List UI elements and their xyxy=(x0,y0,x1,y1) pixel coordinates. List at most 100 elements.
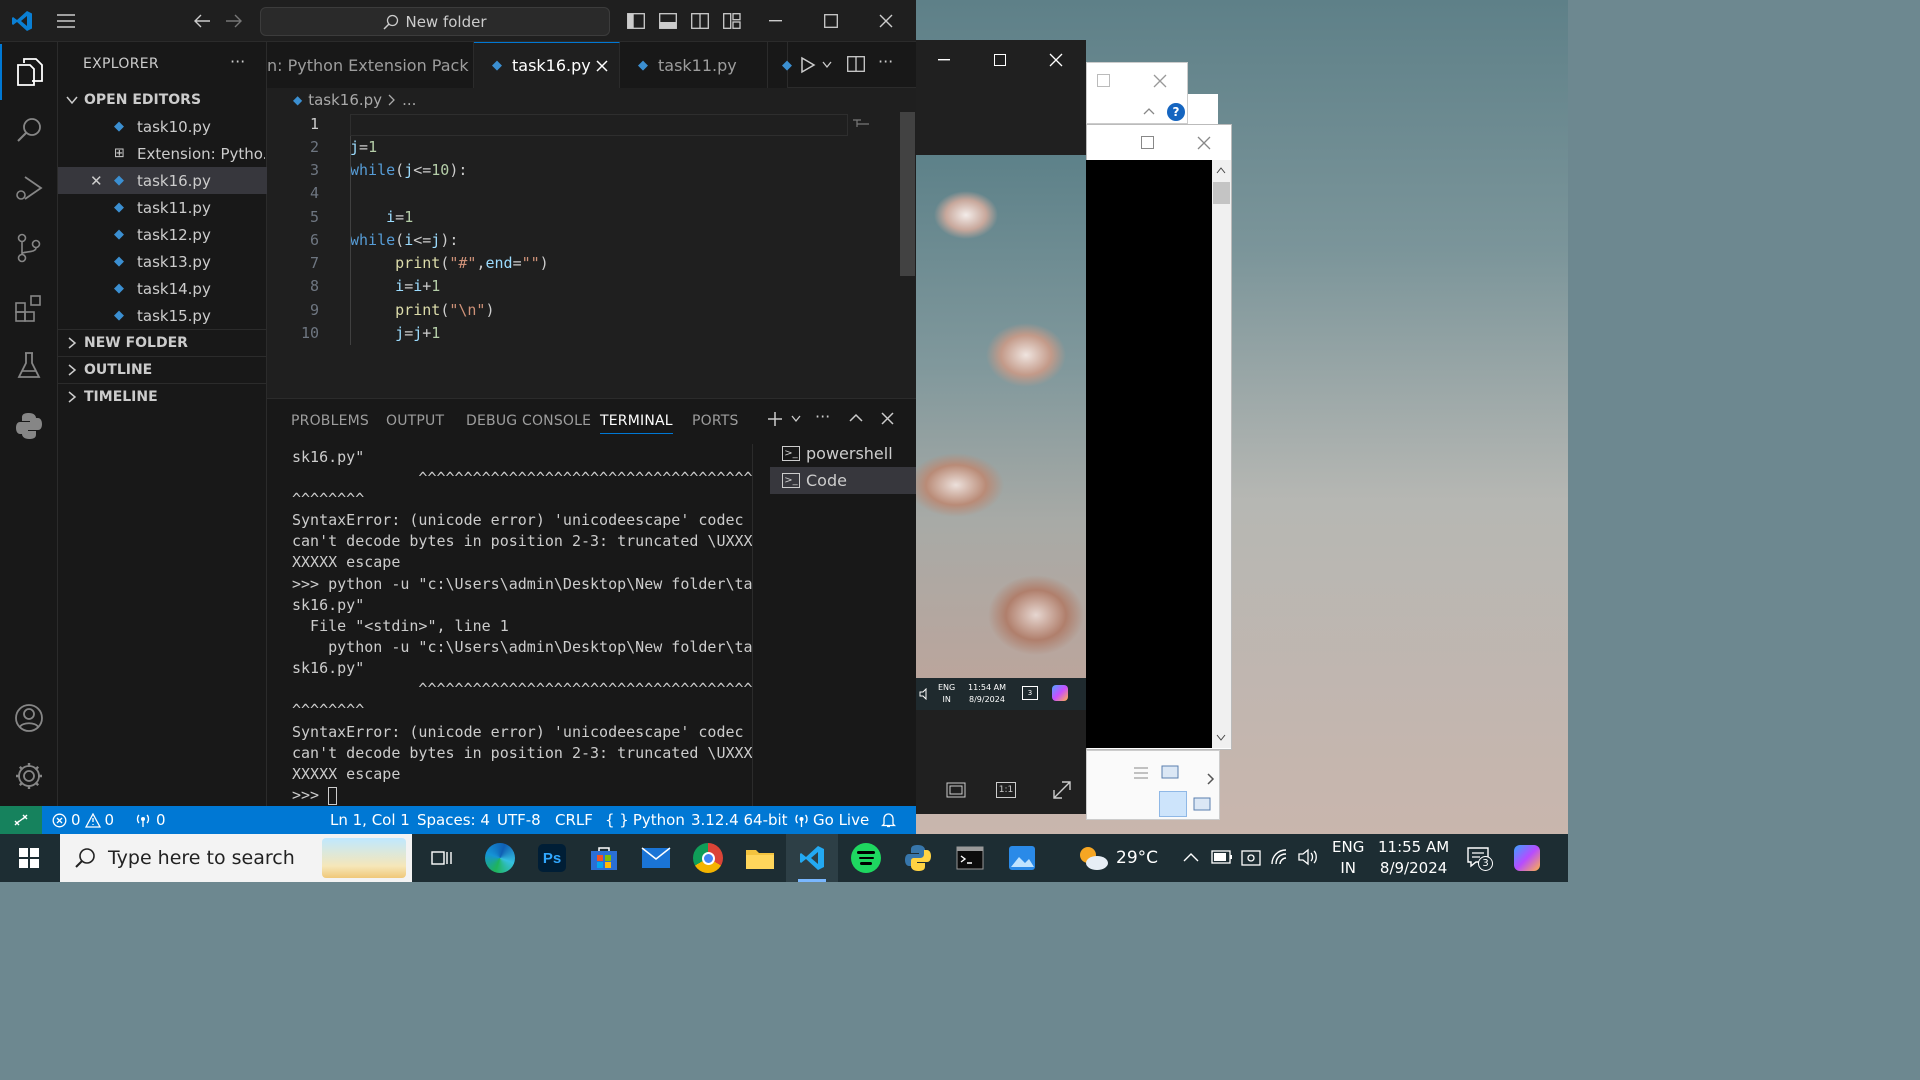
minimize-icon[interactable] xyxy=(769,20,782,22)
code-editor[interactable]: 1 2 3 4 5 6 7 8 9 10 j=1 while(j<=10): i… xyxy=(267,112,897,398)
section-new-folder[interactable]: NEW FOLDER xyxy=(58,329,267,356)
open-editor-item[interactable]: ◆ task13.py xyxy=(58,248,267,275)
terminal-output[interactable]: sk16.py" ^^^^^^^^^^^^^^^^^^^^^^^^^^^^^^^… xyxy=(292,447,762,807)
list-view-icon[interactable] xyxy=(1133,765,1149,781)
command-center-search[interactable]: New folder xyxy=(260,7,610,36)
new-terminal-icon[interactable] xyxy=(767,411,783,427)
toggle-sidebar-icon[interactable] xyxy=(627,13,645,29)
section-outline[interactable]: OUTLINE xyxy=(58,356,267,383)
more-actions-icon[interactable]: ··· xyxy=(878,52,893,71)
background-dialog[interactable]: ? xyxy=(1086,62,1188,124)
screen-capture-icon[interactable] xyxy=(1241,848,1261,866)
close-icon[interactable] xyxy=(1028,40,1084,80)
open-editor-item[interactable]: ◆ task10.py xyxy=(58,113,267,140)
battery-icon[interactable] xyxy=(1211,850,1233,864)
back-arrow-icon[interactable] xyxy=(193,13,211,29)
wifi-icon[interactable] xyxy=(1270,848,1292,866)
close-icon[interactable] xyxy=(879,14,893,28)
clock[interactable]: 11:55 AM 8/9/2024 xyxy=(1378,834,1449,882)
maximize-icon[interactable] xyxy=(824,14,838,28)
close-icon[interactable] xyxy=(1153,74,1167,88)
close-icon[interactable] xyxy=(596,59,608,72)
toggle-secondary-sidebar-icon[interactable] xyxy=(691,13,709,29)
tab-task11[interactable]: ◆ task11.py xyxy=(620,42,768,88)
section-timeline[interactable]: TIMELINE xyxy=(58,383,267,410)
forward-arrow-icon[interactable] xyxy=(225,13,243,29)
photos-icon[interactable] xyxy=(996,834,1048,882)
chrome-icon[interactable] xyxy=(682,834,734,882)
file-explorer-icon[interactable] xyxy=(734,834,786,882)
testing-icon[interactable] xyxy=(0,338,58,394)
background-window[interactable] xyxy=(916,40,1086,156)
tab-ports[interactable]: PORTS xyxy=(692,413,739,429)
preview-icon[interactable] xyxy=(1161,765,1179,779)
open-editor-item[interactable]: ◆ task12.py xyxy=(58,221,267,248)
mail-icon[interactable] xyxy=(630,834,682,882)
source-control-icon[interactable] xyxy=(0,220,58,276)
tab-problems[interactable]: PROBLEMS xyxy=(291,413,369,429)
open-editor-item[interactable]: ◆ task11.py xyxy=(58,194,267,221)
go-live-button[interactable]: Go Live xyxy=(794,806,869,834)
extensions-icon[interactable] xyxy=(0,280,58,336)
chevron-down-icon[interactable] xyxy=(791,415,801,423)
notification-center-icon[interactable]: 3 xyxy=(1466,846,1493,871)
actual-size-icon[interactable]: 1:1 xyxy=(996,782,1016,798)
settings-gear-icon[interactable] xyxy=(0,748,58,804)
edge-icon[interactable] xyxy=(474,834,526,882)
chevron-down-icon[interactable] xyxy=(822,61,832,69)
open-editor-item-active[interactable]: ✕ ◆ task16.py xyxy=(58,167,267,194)
code-action-icon[interactable] xyxy=(852,117,870,129)
terminal-list-item[interactable]: >_ powershell xyxy=(770,440,916,467)
python-interpreter[interactable]: 3.12.4 64-bit xyxy=(691,806,788,834)
minimize-icon[interactable] xyxy=(916,40,972,80)
customize-layout-icon[interactable] xyxy=(723,13,741,29)
chevron-right-icon[interactable] xyxy=(1207,773,1215,785)
close-panel-icon[interactable] xyxy=(881,412,894,425)
tab-output[interactable]: OUTPUT xyxy=(386,413,444,429)
fit-screen-icon[interactable] xyxy=(946,782,966,798)
tab-terminal[interactable]: TERMINAL xyxy=(600,413,673,434)
python-idle-icon[interactable] xyxy=(892,834,944,882)
help-icon[interactable]: ? xyxy=(1167,103,1185,121)
maximize-icon[interactable] xyxy=(1141,136,1155,150)
notifications-bell-icon[interactable] xyxy=(881,806,896,834)
close-editor-icon[interactable]: ✕ xyxy=(90,172,103,190)
explorer-icon[interactable] xyxy=(0,44,58,100)
open-editor-item[interactable]: ⊞ Extension: Pytho... xyxy=(58,140,267,167)
encoding[interactable]: UTF-8 xyxy=(497,806,541,834)
show-hidden-icons-chevron[interactable] xyxy=(1183,852,1199,862)
maximize-panel-icon[interactable] xyxy=(849,413,863,423)
preview-icon[interactable] xyxy=(1193,797,1211,811)
run-debug-icon[interactable] xyxy=(0,160,58,216)
input-language[interactable]: ENG IN xyxy=(1332,834,1364,882)
scrollbar-thumb[interactable] xyxy=(1213,182,1230,204)
volume-icon[interactable] xyxy=(1298,848,1320,866)
search-icon[interactable] xyxy=(0,102,58,158)
run-python-icon[interactable] xyxy=(800,56,816,74)
weather-widget[interactable]: 29°C xyxy=(1076,834,1158,882)
split-editor-icon[interactable] xyxy=(847,56,865,72)
problems-status[interactable]: 0 0 xyxy=(52,806,114,834)
chevron-up-icon[interactable] xyxy=(1143,107,1155,115)
vscode-taskbar-icon[interactable] xyxy=(786,834,838,882)
terminal-scrollbar[interactable] xyxy=(752,444,764,806)
cursor-position[interactable]: Ln 1, Col 1 xyxy=(330,806,410,834)
language-mode[interactable]: { } Python xyxy=(605,806,685,834)
maximize-icon[interactable] xyxy=(972,40,1028,80)
editor-scrollbar-thumb[interactable] xyxy=(900,112,915,276)
remote-indicator-icon[interactable] xyxy=(0,806,42,834)
spotify-icon[interactable] xyxy=(840,834,892,882)
copilot-icon[interactable] xyxy=(1514,845,1540,871)
menu-icon[interactable] xyxy=(56,14,76,28)
tab-extension[interactable]: n: Python Extension Pack xyxy=(267,42,474,88)
python-icon[interactable] xyxy=(0,398,58,454)
windows-start-icon[interactable] xyxy=(0,834,58,882)
maximize-icon[interactable] xyxy=(1097,74,1111,88)
tab-task16[interactable]: ◆ task16.py xyxy=(474,42,620,88)
breadcrumb-symbol[interactable]: ... xyxy=(402,91,416,109)
terminal-list-item-active[interactable]: >_ Code xyxy=(770,467,916,494)
line-ending[interactable]: CRLF xyxy=(555,806,593,834)
fullscreen-icon[interactable] xyxy=(1052,780,1072,800)
indentation[interactable]: Spaces: 4 xyxy=(417,806,490,834)
taskbar-search-box[interactable]: Type here to search xyxy=(60,834,412,882)
